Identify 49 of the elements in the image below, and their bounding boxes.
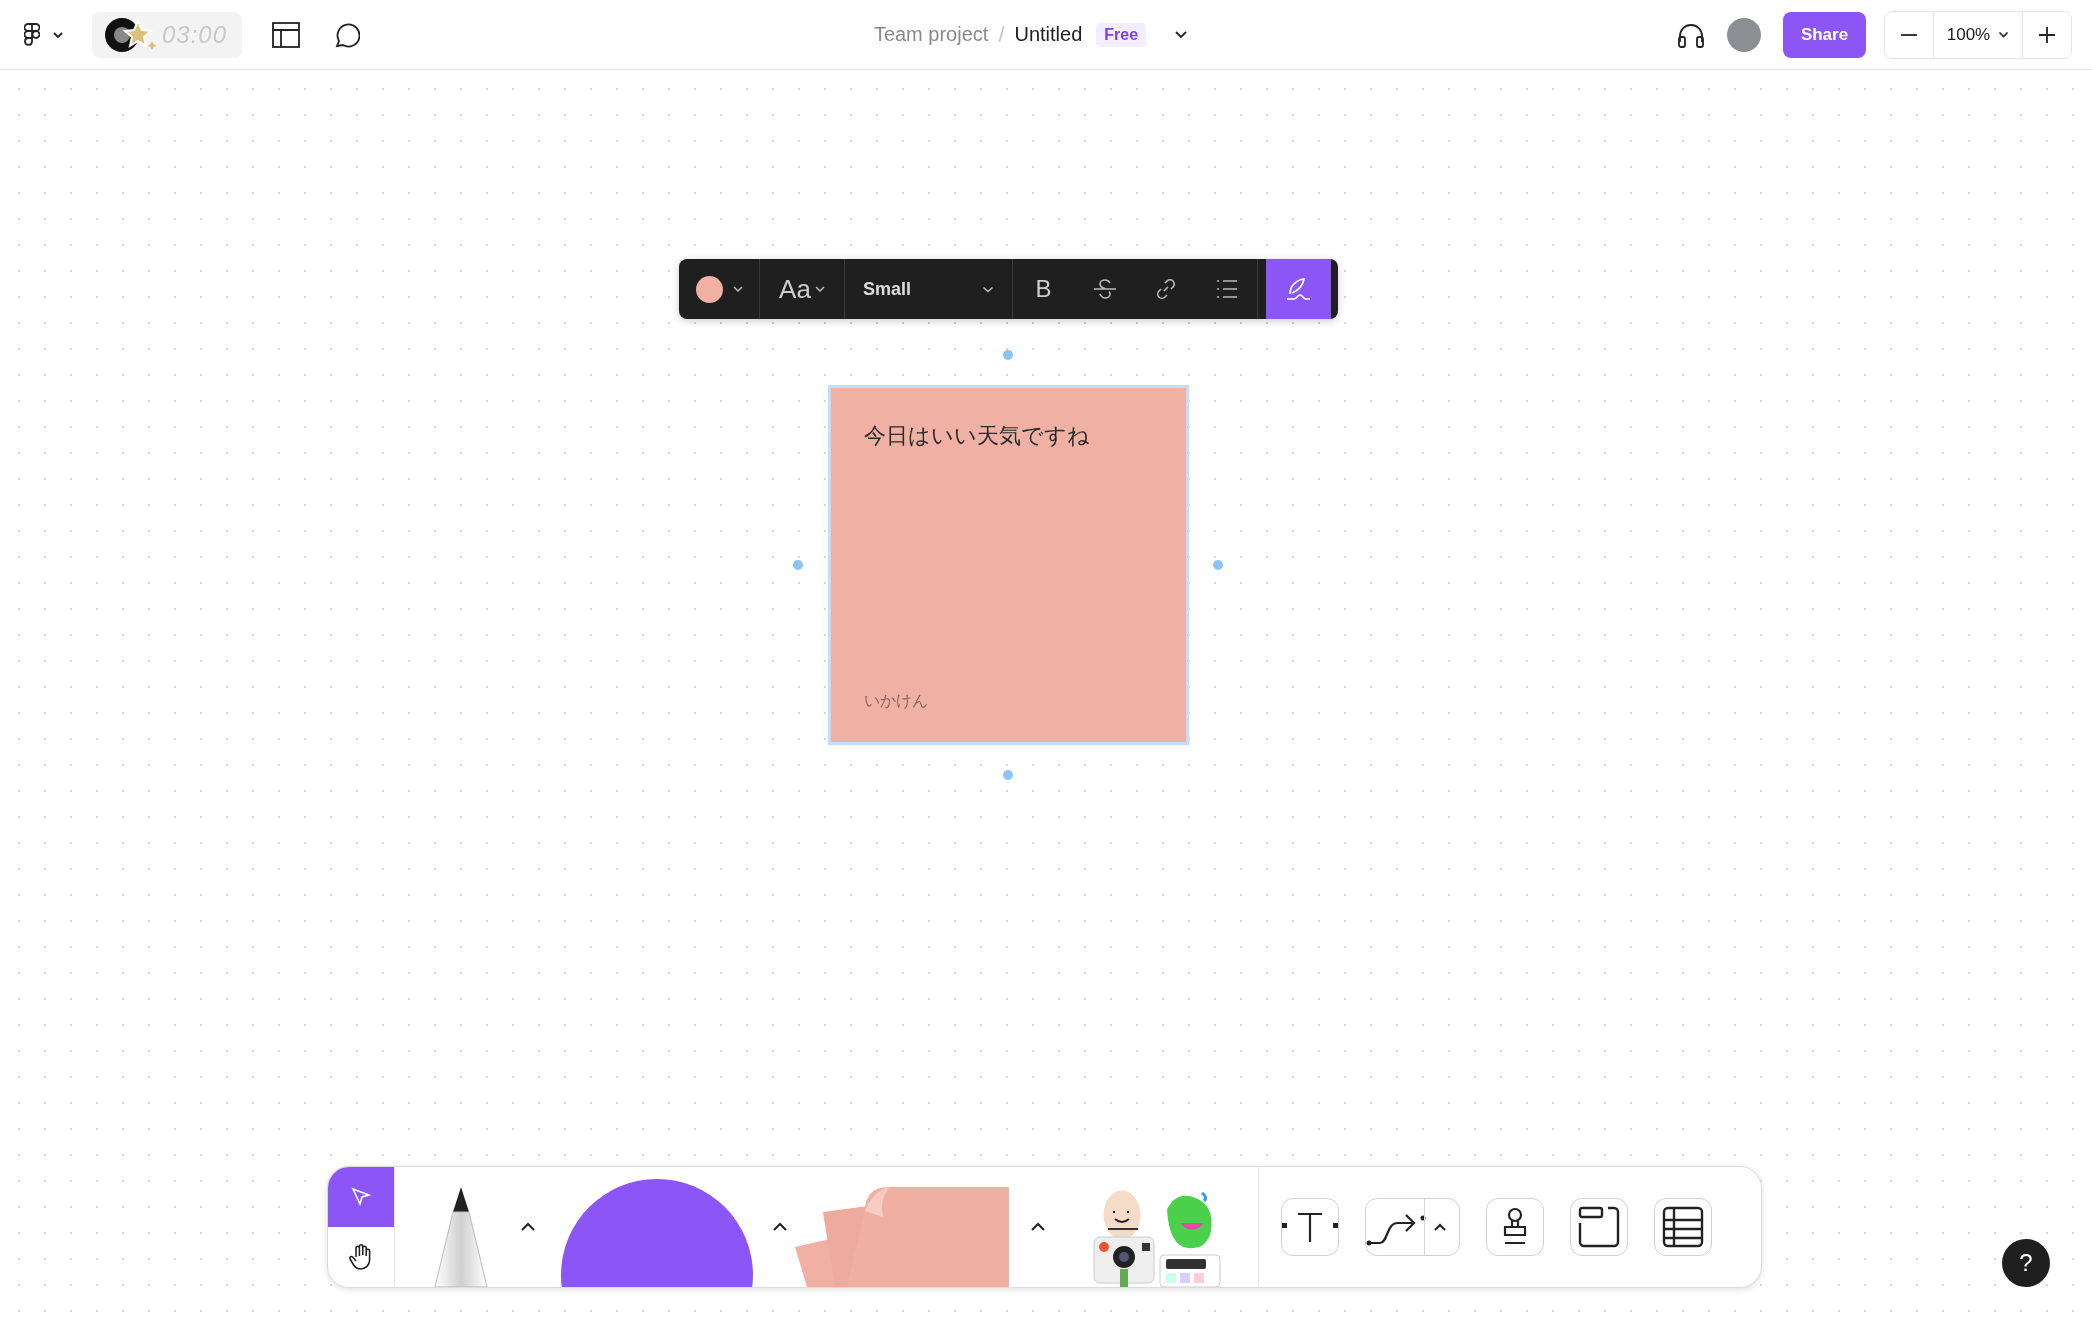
plus-icon [2039, 26, 2055, 43]
chevron-down-icon [814, 286, 825, 292]
size-select[interactable]: Small [845, 259, 1013, 319]
section-frame-icon [1578, 1206, 1620, 1248]
layout-icon[interactable] [270, 19, 302, 50]
sticky-note-text: 今日はいい天気ですね [864, 422, 1091, 450]
selection-handle[interactable] [1003, 350, 1013, 360]
table-icon [1662, 1206, 1704, 1248]
marker-pen-drawing[interactable] [431, 1187, 491, 1287]
chevron-down-icon [732, 286, 743, 292]
chevron-down-icon [982, 285, 994, 293]
font-button[interactable]: Aa [760, 259, 845, 319]
selection-handle[interactable] [793, 560, 803, 570]
text-tool-button[interactable] [1281, 1198, 1339, 1256]
chevron-down-icon [1998, 31, 2010, 38]
user-avatar[interactable] [1727, 17, 1761, 52]
strikethrough-icon [1092, 278, 1117, 300]
select-tool-button[interactable] [328, 1167, 394, 1227]
hand-icon [349, 1244, 373, 1270]
selection-handle[interactable] [1213, 560, 1223, 570]
circle-shape-drawing[interactable] [561, 1179, 753, 1287]
chevron-up-icon[interactable] [772, 1222, 788, 1232]
link-icon [1154, 278, 1177, 300]
section-tool-button[interactable] [1570, 1198, 1628, 1256]
stamp-icon [1501, 1207, 1529, 1247]
signature-button[interactable] [1266, 259, 1331, 319]
chevron-down-icon[interactable] [1174, 30, 1189, 39]
chevron-up-icon[interactable] [1030, 1222, 1046, 1232]
plan-badge: Free [1096, 22, 1147, 47]
minus-icon [1901, 33, 1917, 36]
stamp-tool-button[interactable] [1486, 1198, 1544, 1256]
help-button[interactable]: ? [2002, 1239, 2050, 1287]
logo-icon [24, 22, 40, 47]
breadcrumb-separator: / [998, 21, 1005, 48]
connector-tool-button[interactable] [1365, 1198, 1460, 1256]
cursor-icon [351, 1187, 371, 1207]
bold-button[interactable]: B [1013, 259, 1074, 319]
chevron-up-icon [1433, 1222, 1447, 1232]
pen-icon [1285, 277, 1312, 301]
file-name[interactable]: Untitled [1014, 23, 1083, 46]
selection-handle[interactable] [1003, 770, 1013, 780]
share-button[interactable]: Share [1783, 11, 1866, 58]
sticky-note[interactable]: 今日はいい天気ですね いかけん [828, 385, 1189, 745]
chevron-up-icon[interactable] [520, 1222, 536, 1232]
chevron-down-icon [52, 30, 64, 39]
headphones-icon[interactable] [1677, 21, 1705, 48]
sticky-note-author: いかけん [864, 691, 929, 711]
list-icon [1215, 279, 1238, 299]
table-tool-button[interactable] [1654, 1198, 1712, 1256]
